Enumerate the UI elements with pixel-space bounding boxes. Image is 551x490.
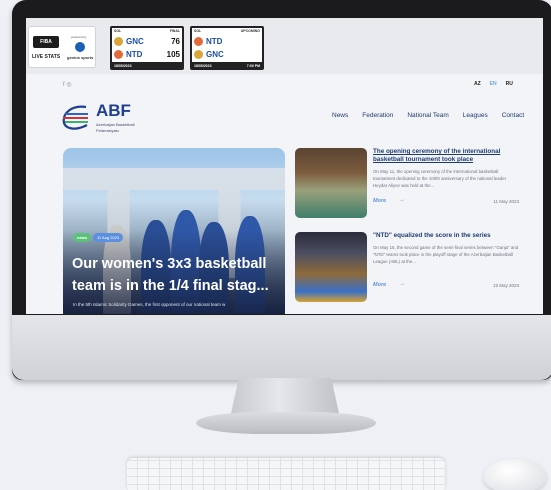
lang-ru[interactable]: RU [506,81,513,87]
nav-national-team[interactable]: National Team [407,112,448,119]
news-list-item[interactable]: The opening ceremony of the internationa… [295,148,521,222]
hero-news-card[interactable]: news 11 Aug 2023 Our women's 3x3 basketb… [63,148,285,314]
live-stats-label: LIVE STATS [32,54,61,60]
nav-leagues[interactable]: Leagues [463,112,488,119]
team-score: 105 [166,49,180,59]
game-card[interactable]: SOL FINAL GNC 76 NTD 105 18/05/2023 [110,26,184,70]
news-list-item[interactable]: "NTD" equalized the score in the series … [295,232,521,306]
team-name: NTD [206,36,223,46]
keyboard [127,458,445,490]
game-date: 18/05/2023 [114,64,132,68]
game-time: 7:00 PM [246,64,260,68]
powered-by-label: powered by [71,35,87,39]
mouse [484,459,546,490]
lang-az[interactable]: AZ [474,81,481,87]
game-status: UPCOMING [240,29,260,33]
website-screen: FIBA LIVE STATS powered by genius sports… [26,18,543,314]
team-name: GNC [126,36,144,46]
abf-logo-icon [62,105,88,130]
news-tag: news [73,233,92,242]
team-logo-icon [114,49,123,59]
nav-federation[interactable]: Federation [362,112,393,119]
more-link[interactable]: More [373,198,386,204]
live-score-bar: FIBA LIVE STATS powered by genius sports… [26,18,543,74]
arrow-right-icon[interactable]: → [399,197,405,203]
game-league: SOL [194,29,202,33]
game-league: SOL [114,29,122,33]
team-row: NTD [194,35,260,47]
genius-sports-icon [75,42,85,52]
team-row: NTD 105 [114,48,180,60]
date-tag: 11 Aug 2023 [93,233,124,242]
monitor-stand-base [196,412,376,434]
brand-title: ABF [96,101,131,120]
team-logo-icon [194,36,203,46]
team-logo-icon [114,36,123,46]
nav-contact[interactable]: Contact [502,112,524,119]
more-link[interactable]: More [373,282,386,288]
news-excerpt: On May 11, the opening ceremony of the i… [373,169,507,188]
news-excerpt: On May 15, the second game of the semi-f… [373,245,519,264]
team-logo-icon [194,49,203,59]
hero-title[interactable]: Our women's 3x3 basketball team is in th… [72,253,282,297]
team-name: GNC [206,49,224,59]
social-links[interactable]: f ◎ [63,81,72,88]
nav-news[interactable]: News [332,112,348,119]
game-status: FINAL [169,29,180,33]
news-title[interactable]: "NTD" equalized the score in the series [373,232,519,240]
lang-en[interactable]: EN [490,81,497,87]
team-name: NTD [126,49,143,59]
game-date: 18/05/2023 [194,64,212,68]
monitor-chin [12,315,551,380]
hero-excerpt: In the 5th Islamic Solidarity Games, the… [73,302,226,307]
arrow-right-icon[interactable]: → [399,281,405,287]
news-thumbnail[interactable] [295,232,367,302]
brand-subtitle: Azerbaijan Basketball Federasiyası [96,122,135,133]
fiba-logo: FIBA [33,36,59,48]
news-date: 11 May 2023 [493,199,519,204]
news-thumbnail[interactable] [295,148,367,218]
live-stats-box[interactable]: FIBA LIVE STATS powered by genius sports [28,26,96,68]
genius-sports-label: genius sports [67,55,94,60]
team-row: GNC 76 [114,35,180,47]
team-score: 76 [171,36,180,46]
game-card[interactable]: SOL UPCOMING NTD GNC 18/05/2023 7:00 PM [190,26,264,70]
news-title[interactable]: The opening ceremony of the internationa… [373,148,519,164]
news-date: 15 May 2023 [492,283,519,288]
brand-logo[interactable]: ABF Azerbaijan Basketball Federasiyası [60,101,150,141]
team-row: GNC [194,48,260,60]
main-nav: News Federation National Team Leagues Co… [332,112,524,119]
language-switcher: AZ EN RU [474,81,513,87]
